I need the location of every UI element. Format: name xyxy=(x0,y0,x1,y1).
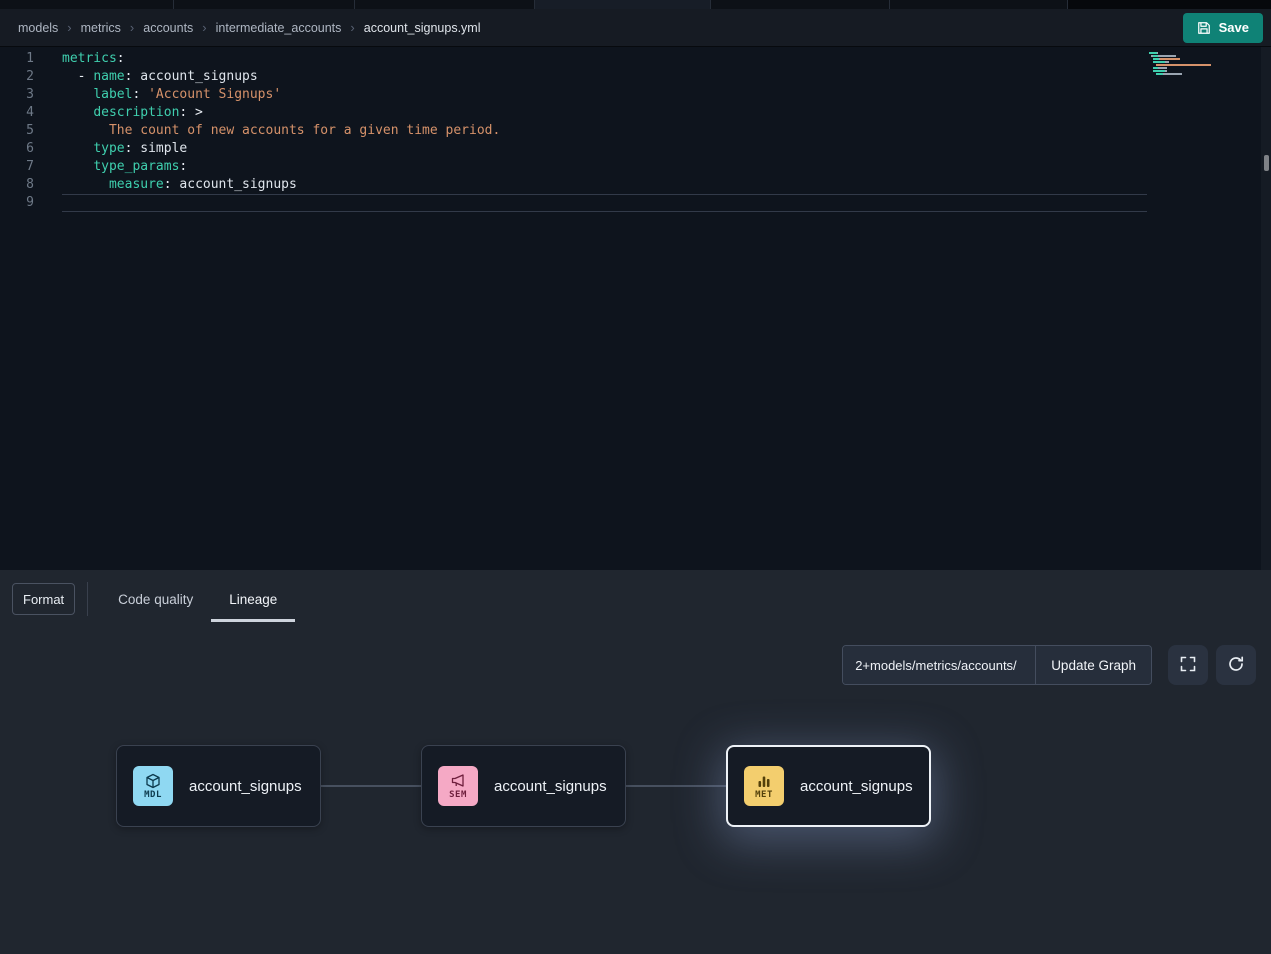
breadcrumb-item[interactable]: intermediate_accounts xyxy=(216,21,342,35)
save-icon xyxy=(1197,21,1211,35)
line-number: 9 xyxy=(0,194,34,212)
node-type-badge: SEM xyxy=(438,766,478,806)
chevron-right-icon: › xyxy=(350,20,354,35)
save-button[interactable]: Save xyxy=(1183,13,1263,43)
chevron-right-icon: › xyxy=(202,20,206,35)
code-line[interactable]: 9 xyxy=(0,194,1271,212)
editor-tab[interactable] xyxy=(890,0,1068,9)
update-graph-button[interactable]: Update Graph xyxy=(1035,646,1151,684)
lineage-node[interactable]: MET account_signups xyxy=(726,745,931,827)
bar-chart-icon xyxy=(756,773,772,789)
lineage-graph[interactable]: MDL account_signups SEM account_signups MET a… xyxy=(0,570,1271,954)
line-number: 4 xyxy=(0,104,34,122)
code-line[interactable]: 7 type_params: xyxy=(0,158,1271,176)
model-selector-group: Update Graph xyxy=(842,645,1152,685)
editor-tabstrip xyxy=(0,0,1271,9)
chevron-right-icon: › xyxy=(130,20,134,35)
code-line[interactable]: 1metrics: xyxy=(0,50,1271,68)
fullscreen-button[interactable] xyxy=(1168,645,1208,685)
editor-tab[interactable] xyxy=(535,0,711,9)
lineage-node[interactable]: MDL account_signups xyxy=(116,745,321,827)
cube-icon xyxy=(145,773,161,789)
tabstrip-filler xyxy=(1068,0,1271,9)
breadcrumb-bar: models › metrics › accounts › intermediate_acc… xyxy=(0,9,1271,47)
node-type-label: MDL xyxy=(144,790,162,800)
node-title: account_signups xyxy=(800,778,913,795)
refresh-button[interactable] xyxy=(1216,645,1256,685)
node-title: account_signups xyxy=(494,778,607,795)
chevron-right-icon: › xyxy=(67,20,71,35)
model-selector-input[interactable] xyxy=(843,646,1035,684)
node-type-label: SEM xyxy=(449,790,467,800)
expand-icon xyxy=(1179,655,1197,676)
bottom-panel: Format Code quality Lineage MDLaccount_s… xyxy=(0,570,1271,954)
line-number: 6 xyxy=(0,140,34,158)
save-label: Save xyxy=(1219,20,1249,35)
editor-scrollbar[interactable] xyxy=(1261,47,1271,570)
lineage-node[interactable]: SEM account_signups xyxy=(421,745,626,827)
node-title: account_signups xyxy=(189,778,302,795)
megaphone-icon xyxy=(450,773,466,789)
lineage-edge xyxy=(626,785,726,787)
node-type-label: MET xyxy=(755,790,773,800)
editor-code[interactable]: 1metrics:2 - name: account_signups3 labe… xyxy=(0,47,1271,212)
line-number: 3 xyxy=(0,86,34,104)
refresh-icon xyxy=(1227,655,1245,676)
editor-tab[interactable] xyxy=(174,0,355,9)
line-number: 7 xyxy=(0,158,34,176)
code-line[interactable]: 4 description: > xyxy=(0,104,1271,122)
code-line[interactable]: 2 - name: account_signups xyxy=(0,68,1271,86)
node-type-badge: MET xyxy=(744,766,784,806)
code-editor[interactable]: 1metrics:2 - name: account_signups3 labe… xyxy=(0,47,1271,570)
editor-tab[interactable] xyxy=(355,0,535,9)
code-line[interactable]: 8 measure: account_signups xyxy=(0,176,1271,194)
line-number: 5 xyxy=(0,122,34,140)
lineage-edge xyxy=(321,785,421,787)
lineage-controls: Update Graph xyxy=(842,645,1256,685)
breadcrumb-item[interactable]: models xyxy=(18,21,58,35)
breadcrumb-item[interactable]: account_signups.yml xyxy=(364,21,481,35)
line-number: 1 xyxy=(0,50,34,68)
line-number: 2 xyxy=(0,68,34,86)
scrollbar-handle[interactable] xyxy=(1264,155,1269,171)
editor-tab[interactable] xyxy=(711,0,890,9)
node-type-badge: MDL xyxy=(133,766,173,806)
code-line[interactable]: 5 The count of new accounts for a given … xyxy=(0,122,1271,140)
line-number: 8 xyxy=(0,176,34,194)
breadcrumb: models › metrics › accounts › intermediate_acc… xyxy=(18,20,1183,35)
editor-tab[interactable] xyxy=(0,0,174,9)
code-line[interactable]: 3 label: 'Account Signups' xyxy=(0,86,1271,104)
app-window: models › metrics › accounts › intermediate_acc… xyxy=(0,0,1271,954)
breadcrumb-item[interactable]: accounts xyxy=(143,21,193,35)
code-line[interactable]: 6 type: simple xyxy=(0,140,1271,158)
breadcrumb-item[interactable]: metrics xyxy=(81,21,121,35)
minimap[interactable] xyxy=(1149,52,1215,79)
